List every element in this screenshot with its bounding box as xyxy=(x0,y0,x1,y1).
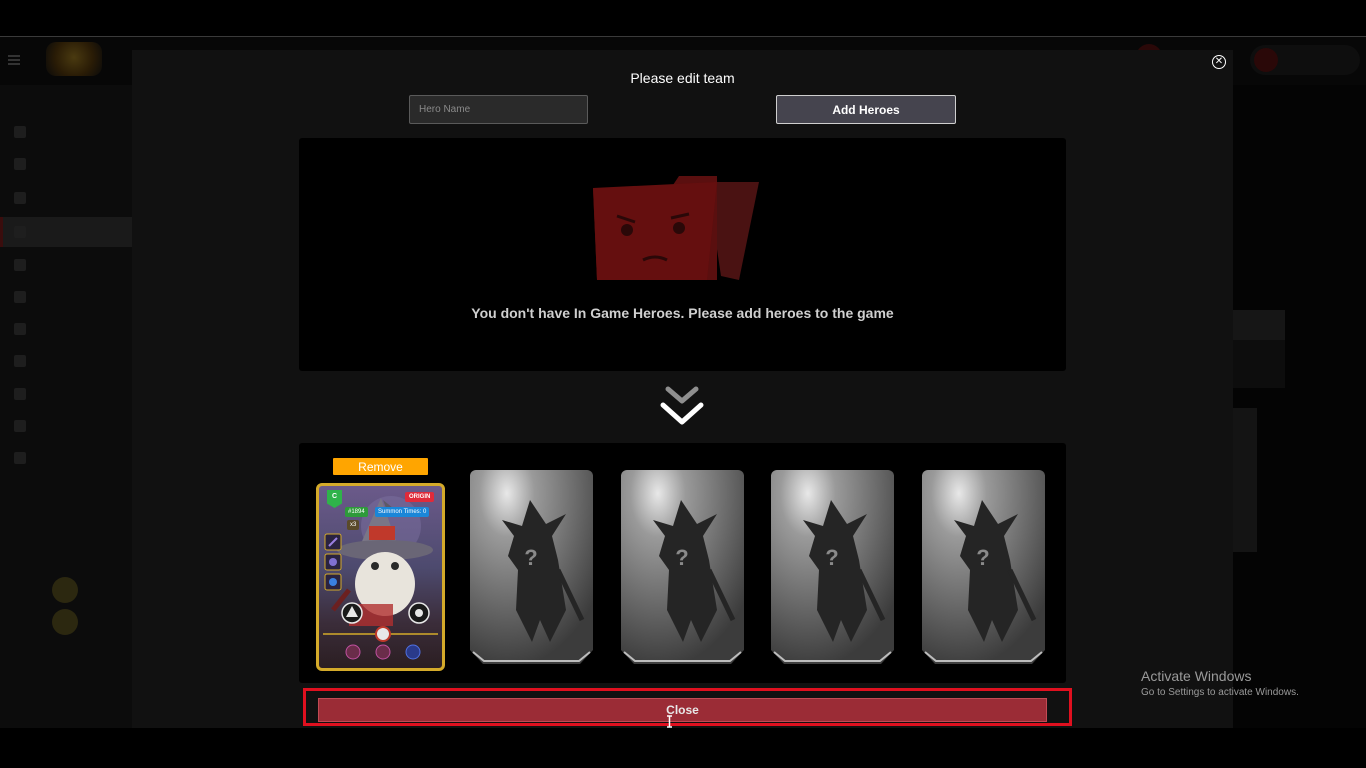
multiplier-badge: x3 xyxy=(347,520,360,530)
sidebar-item[interactable] xyxy=(14,192,124,204)
nav-icon xyxy=(14,259,26,271)
sidebar-item[interactable] xyxy=(14,420,124,432)
empty-heroes-message: You don't have In Game Heroes. Please ad… xyxy=(471,305,894,321)
sidebar-item[interactable] xyxy=(14,452,124,464)
nav-icon xyxy=(14,323,26,335)
app-logo xyxy=(46,42,102,76)
hero-name-input[interactable] xyxy=(409,95,588,124)
origin-badge: ORIGIN xyxy=(405,492,435,502)
modal-title: Please edit team xyxy=(630,70,735,86)
hero-id-badge: #1894 xyxy=(345,507,368,517)
sidebar-item[interactable] xyxy=(14,259,124,271)
nav-icon xyxy=(14,452,26,464)
summon-times-badge: Summon Times: 0 xyxy=(375,507,430,517)
svg-text:?: ? xyxy=(675,545,688,570)
question-mark-silhouette-icon: ? xyxy=(771,470,894,664)
add-heroes-button[interactable]: Add Heroes xyxy=(776,95,956,124)
watermark-subtitle: Go to Settings to activate Windows. xyxy=(1141,687,1299,698)
sidebar-item[interactable] xyxy=(14,291,124,303)
nav-icon xyxy=(14,192,26,204)
nav-icon xyxy=(14,226,26,238)
empty-folder-icon xyxy=(593,176,759,280)
token-icon xyxy=(52,577,78,603)
sidebar-item-active[interactable] xyxy=(0,217,132,247)
screen: Please edit team ✕ Add Heroes You don't … xyxy=(0,0,1366,768)
svg-text:?: ? xyxy=(524,545,537,570)
background-panel xyxy=(1233,340,1285,388)
nav-icon xyxy=(14,291,26,303)
sidebar-item[interactable] xyxy=(14,323,124,335)
double-chevron-down-icon xyxy=(660,386,704,425)
question-mark-silhouette-icon: ? xyxy=(621,470,744,664)
menu-icon[interactable] xyxy=(8,55,20,65)
close-icon[interactable]: ✕ xyxy=(1212,55,1226,69)
empty-hero-slot[interactable]: ? xyxy=(621,470,744,664)
empty-hero-slot[interactable]: ? xyxy=(922,470,1045,664)
token-icon xyxy=(52,609,78,635)
empty-hero-slot[interactable]: ? xyxy=(470,470,593,664)
nav-icon xyxy=(14,388,26,400)
in-game-heroes-panel: You don't have In Game Heroes. Please ad… xyxy=(299,138,1066,371)
empty-hero-slot[interactable]: ? xyxy=(771,470,894,664)
sidebar-item[interactable] xyxy=(14,126,124,138)
question-mark-silhouette-icon: ? xyxy=(922,470,1045,664)
hero-card[interactable]: C ORIGIN #1894 Summon Times: 0 x3 xyxy=(316,483,445,671)
team-slots-panel: Remove C ORIGIN #1894 Summon Times: 0 x3… xyxy=(299,443,1066,683)
remove-hero-button[interactable]: Remove xyxy=(333,458,428,475)
svg-text:?: ? xyxy=(825,545,838,570)
sidebar-item[interactable] xyxy=(14,388,124,400)
edit-team-modal: Please edit team ✕ Add Heroes You don't … xyxy=(132,50,1233,728)
nav-icon xyxy=(14,158,26,170)
windows-activation-watermark: Activate Windows Go to Settings to activ… xyxy=(1141,668,1299,698)
sidebar-item[interactable] xyxy=(14,355,124,367)
watermark-title: Activate Windows xyxy=(1141,668,1252,684)
background-token xyxy=(52,577,132,603)
background-panel xyxy=(1233,408,1257,552)
nav-icon xyxy=(14,126,26,138)
text-cursor-icon xyxy=(667,715,672,728)
question-mark-silhouette-icon: ? xyxy=(470,470,593,664)
background-token xyxy=(52,609,132,635)
svg-text:?: ? xyxy=(976,545,989,570)
nav-icon xyxy=(14,420,26,432)
background-profile[interactable] xyxy=(1250,45,1360,75)
background-bottom xyxy=(0,728,1366,768)
sidebar-item[interactable] xyxy=(14,158,124,170)
close-button[interactable]: Close xyxy=(318,698,1047,722)
nav-icon xyxy=(14,355,26,367)
background-panel xyxy=(1233,310,1285,340)
